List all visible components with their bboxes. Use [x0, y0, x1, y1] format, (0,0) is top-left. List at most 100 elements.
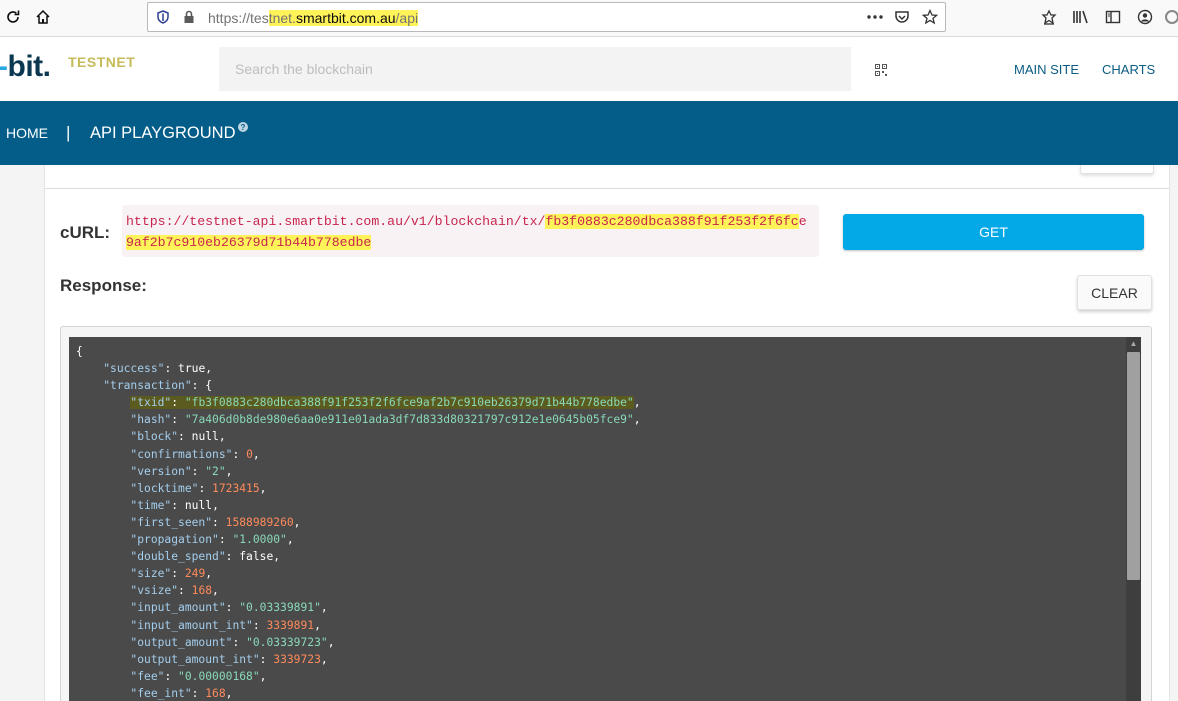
json-output: { "success": true, "transaction": { "txi…	[76, 343, 641, 701]
downloads-icon[interactable]	[1038, 6, 1060, 28]
json-colon: :	[178, 430, 192, 444]
json-line: "fee_int": 168,	[76, 685, 641, 701]
nav-api-playground[interactable]: API PLAYGROUND	[90, 124, 235, 143]
tracking-protection-icon[interactable]	[152, 6, 174, 28]
json-key: "confirmations"	[130, 447, 233, 461]
qr-code-icon[interactable]	[875, 63, 887, 76]
json-entry: "size": 249	[130, 567, 205, 580]
json-entry: "input_amount_int": 3339891	[130, 619, 314, 632]
json-colon: :	[225, 601, 240, 615]
curl-label: cURL:	[60, 223, 111, 242]
curl-input[interactable]: https://testnet-api.smartbit.com.au/v1/b…	[122, 205, 819, 257]
json-entry: "vsize": 168	[130, 584, 212, 597]
charts-link[interactable]: CHARTS	[1102, 62, 1155, 77]
json-colon: :	[164, 362, 179, 376]
json-value: 249	[184, 567, 206, 581]
json-tail: ,	[205, 567, 213, 581]
json-colon: :	[232, 447, 247, 461]
search-input[interactable]	[219, 47, 851, 91]
json-value: null	[191, 430, 219, 444]
clear-button[interactable]: CLEAR	[1077, 275, 1152, 310]
json-tail: ,	[314, 618, 321, 632]
extension-icon[interactable]	[1162, 6, 1178, 28]
account-icon[interactable]	[1134, 6, 1156, 28]
library-icon[interactable]	[1070, 6, 1092, 28]
json-key: "vsize"	[130, 584, 179, 598]
sidebar-icon[interactable]	[1102, 6, 1124, 28]
json-line: "output_amount": "0.03339723",	[76, 634, 641, 651]
url-path: /api	[395, 10, 419, 26]
site-logo[interactable]: -bit.	[0, 50, 51, 84]
url-domain: smartbit.com.au	[295, 10, 396, 26]
json-key: "input_amount_int"	[130, 618, 253, 632]
json-entry: "input_amount": "0.03339891"	[130, 601, 320, 614]
json-entry: "time": null	[130, 499, 212, 512]
json-key: "hash"	[130, 413, 172, 427]
json-tail: ,	[286, 533, 294, 547]
json-tail: ,	[225, 464, 233, 478]
json-key: "success"	[103, 362, 165, 376]
response-code[interactable]: { "success": true, "transaction": { "txi…	[69, 337, 1141, 701]
nav-home[interactable]: HOME	[6, 125, 48, 141]
main-site-link[interactable]: MAIN SITE	[1014, 62, 1079, 77]
json-line: "locktime": 1723415,	[76, 480, 641, 497]
json-entry: "confirmations": 0	[130, 448, 252, 461]
get-button[interactable]: GET	[843, 214, 1144, 250]
json-value: 168	[205, 686, 226, 700]
json-tail: ,	[633, 413, 641, 427]
json-colon: :	[191, 464, 206, 478]
bookmark-star-icon[interactable]	[919, 6, 941, 28]
cut-off-button[interactable]	[1080, 165, 1154, 174]
json-value: "fb3f0883c280dbca388f91f253f2f6fce9af2b7…	[184, 396, 634, 410]
url-text: https://testnet.smartbit.com.au/api	[208, 10, 419, 26]
json-entry: "fee_int": 168	[130, 687, 225, 700]
home-icon[interactable]	[32, 6, 54, 28]
json-line: "fee": "0.00000168",	[76, 668, 641, 685]
json-colon: :	[225, 550, 240, 564]
json-line: "first_seen": 1588989260,	[76, 514, 641, 531]
json-key: "block"	[130, 430, 179, 444]
json-colon: :	[191, 379, 206, 393]
page-actions-icon[interactable]	[864, 6, 886, 28]
scroll-up-icon[interactable]: ▲	[1127, 338, 1140, 350]
lock-icon[interactable]	[178, 6, 200, 28]
json-value: "1.0000"	[232, 533, 287, 547]
json-tail: ,	[327, 635, 335, 649]
pocket-icon[interactable]	[891, 6, 913, 28]
json-key: "locktime"	[130, 481, 199, 495]
json-key: "output_amount"	[130, 635, 233, 649]
json-value: "0.00000168"	[178, 669, 260, 683]
json-line: "confirmations": 0,	[76, 446, 641, 463]
json-entry: "first_seen": 1588989260	[130, 516, 293, 529]
json-colon: :	[171, 413, 185, 427]
json-colon: :	[171, 498, 185, 512]
json-colon: :	[198, 481, 213, 495]
nav-separator: |	[66, 123, 71, 142]
scrollbar-thumb[interactable]	[1127, 352, 1140, 580]
json-entry: "success": true	[103, 362, 205, 375]
json-key: "size"	[130, 567, 172, 581]
json-colon: :	[164, 669, 179, 683]
json-colon: :	[218, 533, 233, 547]
json-key: "fee"	[130, 669, 165, 683]
json-colon: :	[212, 515, 226, 529]
json-value: true	[178, 362, 206, 376]
json-line: "output_amount_int": 3339723,	[76, 651, 641, 668]
json-key: "double_spend"	[130, 550, 226, 564]
json-line: "size": 249,	[76, 565, 641, 582]
reload-icon[interactable]	[2, 6, 24, 28]
url-bar[interactable]: https://testnet.smartbit.com.au/api	[147, 2, 946, 32]
json-key: "propagation"	[130, 533, 219, 547]
network-label: TESTNET	[68, 54, 136, 70]
json-value: "0.03339723"	[246, 635, 328, 649]
help-icon[interactable]: ?	[238, 122, 248, 132]
json-key: "txid"	[130, 396, 172, 410]
json-entry: "hash": "7a406d0b8de980e6aa0e911e01ada3d…	[130, 413, 633, 426]
